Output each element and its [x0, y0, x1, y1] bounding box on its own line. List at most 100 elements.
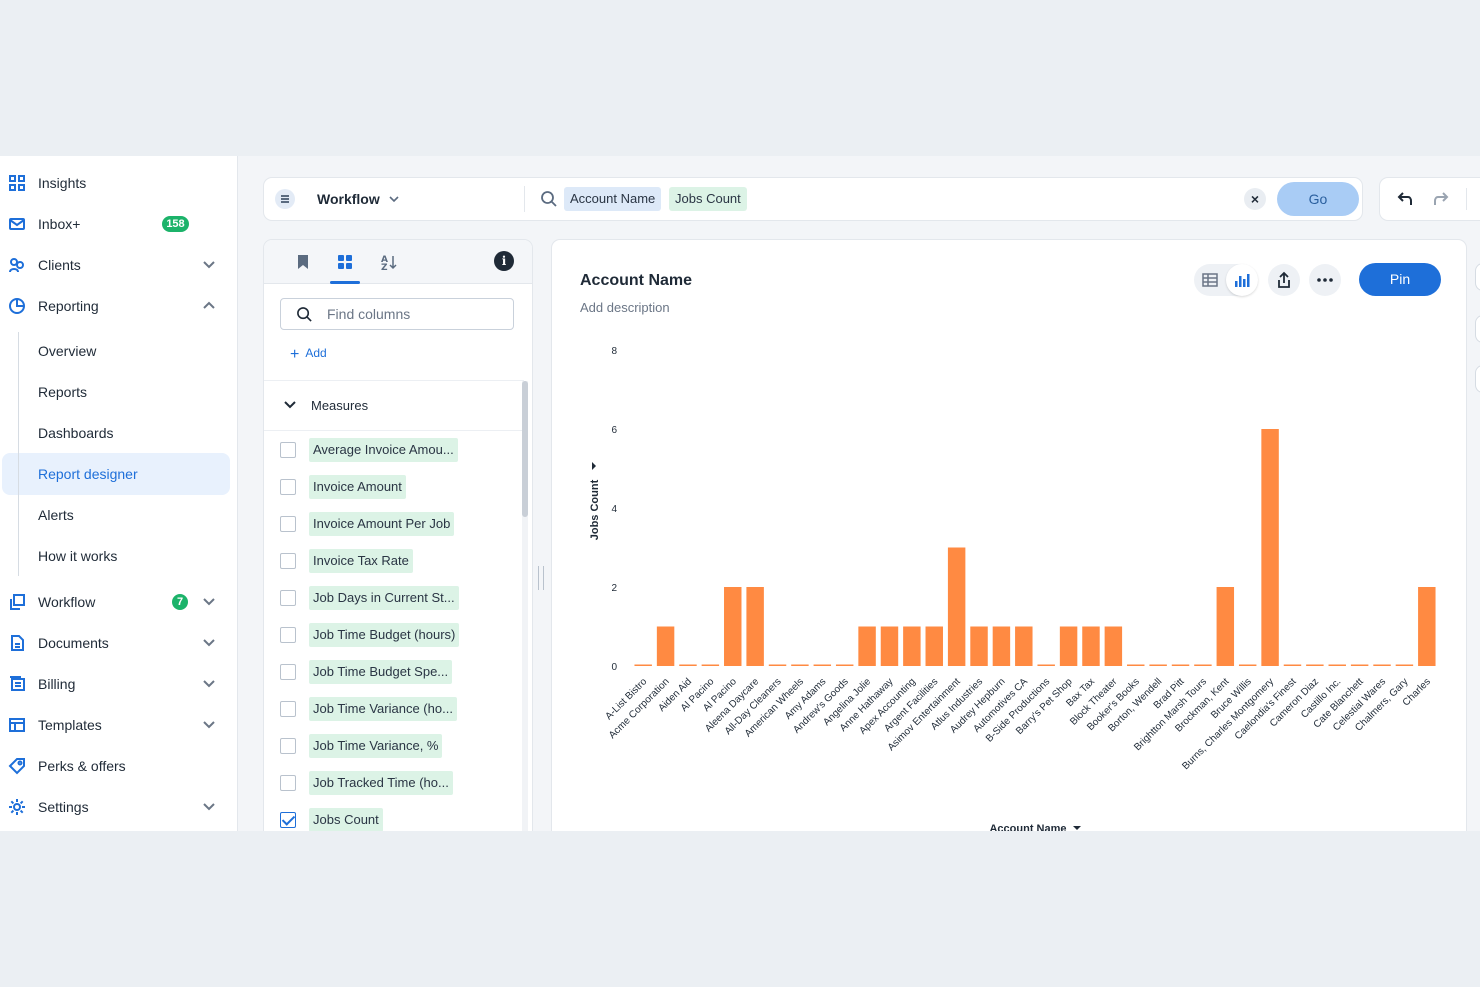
table-view-button[interactable] [1194, 264, 1226, 296]
column-checkbox[interactable] [280, 516, 296, 532]
sidebar-item-perks[interactable]: Perks & offers [0, 749, 238, 783]
side-tool-button[interactable] [1476, 366, 1480, 392]
chart-bar[interactable] [656, 626, 675, 667]
column-name[interactable]: Job Days in Current St... [309, 586, 459, 610]
column-checkbox[interactable] [280, 590, 296, 606]
sidebar-item-inbox[interactable]: Inbox+ 158 [0, 207, 238, 241]
chevron-down-icon[interactable] [202, 678, 216, 690]
chart-bar[interactable] [724, 587, 742, 666]
column-checkbox[interactable] [280, 775, 296, 791]
column-name[interactable]: Job Tracked Time (ho... [309, 771, 453, 795]
chart-bar[interactable] [1216, 587, 1235, 666]
chart-bar[interactable] [701, 664, 720, 667]
chart-bar[interactable] [791, 664, 809, 667]
sidebar-subitem-alerts[interactable]: Alerts [38, 505, 74, 525]
chart-bar[interactable] [1015, 626, 1033, 667]
sidebar-item-templates[interactable]: Templates [0, 708, 238, 742]
chart-bar[interactable] [679, 664, 697, 667]
query-chip-jobs-count[interactable]: Jobs Count [669, 187, 747, 211]
chart-bar[interactable] [1127, 664, 1145, 667]
caret-right-icon[interactable] [592, 462, 596, 470]
chevron-down-icon[interactable] [202, 801, 216, 813]
column-checkbox[interactable] [280, 812, 296, 828]
sidebar-subitem-how-it-works[interactable]: How it works [38, 546, 117, 566]
column-name[interactable]: Invoice Tax Rate [309, 549, 413, 573]
chevron-down-icon[interactable] [388, 194, 400, 204]
sidebar-item-billing[interactable]: Billing [0, 667, 238, 701]
share-button[interactable] [1268, 264, 1300, 296]
column-checkbox[interactable] [280, 701, 296, 717]
go-button[interactable]: Go [1277, 182, 1359, 216]
find-columns-input[interactable] [280, 298, 514, 330]
chart-bar[interactable] [970, 626, 988, 667]
chart-bar[interactable] [1373, 664, 1391, 667]
column-checkbox[interactable] [280, 479, 296, 495]
chart-bar[interactable] [1350, 664, 1369, 667]
chart-bar[interactable] [1261, 429, 1279, 666]
chart-bar[interactable] [1059, 626, 1078, 667]
chevron-up-icon[interactable] [202, 300, 216, 312]
side-tool-button[interactable] [1476, 316, 1480, 342]
column-name[interactable]: Invoice Amount Per Job [309, 512, 455, 536]
sidebar-subitem-reports[interactable]: Reports [38, 382, 87, 402]
scrollbar-thumb[interactable] [522, 381, 528, 517]
chart-bar[interactable] [1037, 664, 1055, 667]
chart-bar[interactable] [903, 626, 921, 667]
column-name[interactable]: Job Time Variance (ho... [309, 697, 457, 721]
sidebar-item-insights[interactable]: Insights [0, 166, 238, 200]
info-icon[interactable]: i [494, 251, 514, 271]
sidebar-subitem-report-designer[interactable]: Report designer [38, 464, 138, 484]
chart-bar[interactable] [1328, 664, 1346, 667]
column-checkbox[interactable] [280, 553, 296, 569]
chart-bar[interactable] [858, 626, 876, 667]
pin-button[interactable]: Pin [1359, 263, 1441, 296]
column-name[interactable]: Average Invoice Amou... [309, 438, 458, 462]
chart-bar[interactable] [1395, 664, 1414, 667]
sort-alpha-icon[interactable]: AZ [380, 253, 398, 271]
chart-bar[interactable] [1149, 664, 1167, 667]
chart-title[interactable]: Account Name [580, 272, 692, 290]
undo-icon[interactable] [1396, 190, 1414, 208]
caret-down-icon[interactable] [1073, 826, 1081, 830]
side-tool-button[interactable] [1476, 264, 1480, 290]
chevron-down-icon[interactable] [202, 596, 216, 608]
chevron-down-icon[interactable] [202, 637, 216, 649]
chart-bar[interactable] [1283, 664, 1302, 667]
chart-bar[interactable] [835, 664, 854, 667]
chart-bar[interactable] [947, 547, 966, 667]
chart-bar[interactable] [1104, 626, 1123, 667]
measures-section-header[interactable]: Measures [311, 398, 368, 413]
chart-bar[interactable] [925, 626, 943, 667]
chart-view-button[interactable] [1226, 264, 1258, 296]
chart-bar[interactable] [1306, 664, 1324, 667]
sidebar-item-documents[interactable]: Documents [0, 626, 238, 660]
add-column-button[interactable]: + Add [290, 346, 327, 364]
y-axis-label[interactable]: Jobs Count [589, 479, 601, 540]
panel-resize-handle[interactable] [538, 566, 544, 590]
menu-icon[interactable] [275, 189, 295, 209]
column-name[interactable]: Job Time Variance, % [309, 734, 443, 758]
chart-bar[interactable] [1171, 664, 1190, 667]
query-chip-account-name[interactable]: Account Name [564, 187, 662, 211]
column-name[interactable]: Job Time Budget Spe... [309, 660, 453, 684]
column-name[interactable]: Job Time Budget (hours) [309, 623, 460, 647]
chart-bar[interactable] [768, 664, 787, 667]
chart-bar[interactable] [1082, 626, 1100, 667]
chart-bar[interactable] [880, 626, 899, 667]
sidebar-subitem-overview[interactable]: Overview [38, 341, 96, 361]
chart-bar[interactable] [1194, 664, 1212, 667]
x-axis-label[interactable]: Account Name [989, 823, 1066, 831]
chevron-down-icon[interactable] [202, 719, 216, 731]
grid-view-icon[interactable] [336, 253, 354, 271]
sidebar-item-clients[interactable]: Clients [0, 248, 238, 282]
chart-bar[interactable] [992, 626, 1011, 667]
clear-query-button[interactable]: × [1244, 188, 1266, 210]
chart-bar[interactable] [813, 664, 832, 667]
chart-bar[interactable] [1238, 664, 1257, 667]
column-checkbox[interactable] [280, 442, 296, 458]
bookmark-icon[interactable] [294, 253, 312, 271]
sidebar-item-settings[interactable]: Settings [0, 790, 238, 824]
sidebar-item-workflow[interactable]: Workflow 7 [0, 585, 238, 619]
column-checkbox[interactable] [280, 627, 296, 643]
chevron-down-icon[interactable] [202, 259, 216, 271]
